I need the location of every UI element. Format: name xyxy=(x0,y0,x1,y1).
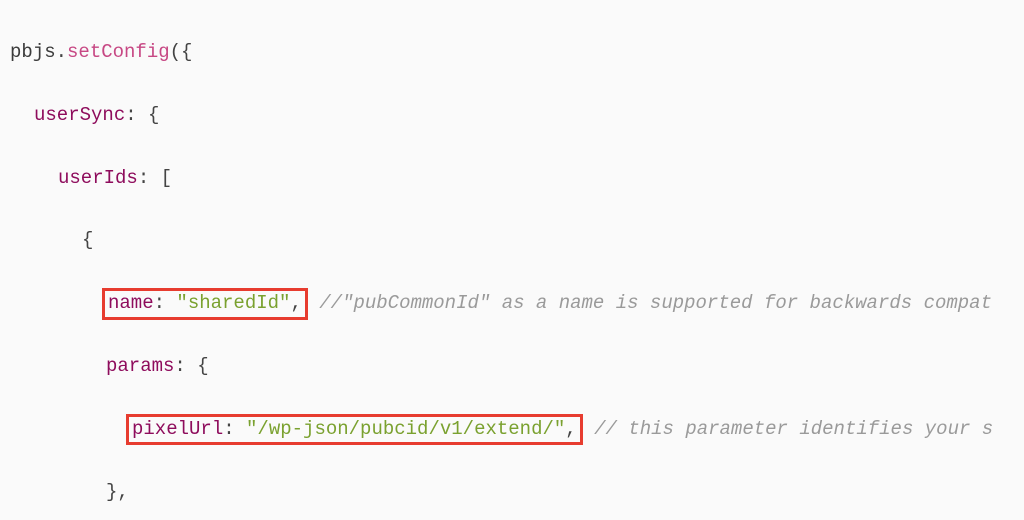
token-str-pixelurl: "/wp-json/pubcid/v1/extend/" xyxy=(246,418,565,440)
token-object: pbjs xyxy=(10,41,56,63)
annotation-box-name: name: "sharedId", xyxy=(102,288,308,320)
token-comment-pixelurl: // this parameter identifies your s xyxy=(594,418,993,440)
token-method: setConfig xyxy=(67,41,170,63)
token-key-userids: userIds xyxy=(58,167,138,189)
token-key-name: name xyxy=(108,292,154,314)
token-str-sharedid: "sharedId" xyxy=(176,292,290,314)
token-key-params: params xyxy=(106,355,174,377)
token-comment-name: //"pubCommonId" as a name is supported f… xyxy=(319,292,992,314)
token-key-pixelurl: pixelUrl xyxy=(132,418,223,440)
annotation-box-pixelurl: pixelUrl: "/wp-json/pubcid/v1/extend/", xyxy=(126,414,583,446)
token-key-usersync: userSync xyxy=(34,104,125,126)
code-block: pbjs.setConfig({ userSync: { userIds: [ … xyxy=(0,0,1024,520)
